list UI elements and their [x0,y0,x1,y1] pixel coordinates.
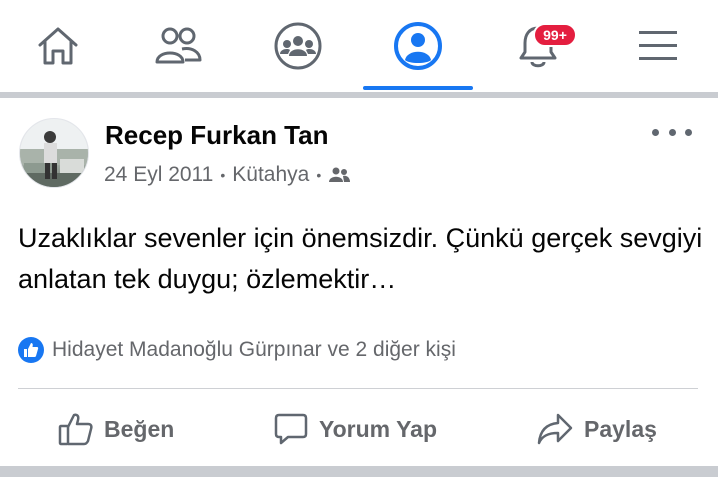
meta-separator: • [220,167,226,183]
post-author[interactable]: Recep Furkan Tan [105,120,328,151]
top-navigation: 99+ [0,0,718,92]
comment-label: Yorum Yap [319,415,438,442]
section-divider [0,92,718,98]
home-icon [38,27,78,65]
like-label: Beğen [104,415,175,442]
nav-menu[interactable] [618,0,698,92]
post-location[interactable]: Kütahya [232,163,309,187]
friends-icon [155,27,202,64]
nav-friends[interactable] [138,0,218,92]
nav-profile[interactable] [378,0,458,92]
nav-groups[interactable] [258,0,338,92]
post-meta: 24 Eyl 2011 • Kütahya • [104,163,351,187]
reactions-text: Hidayet Madanoğlu Gürpınar ve 2 diğer ki… [52,338,456,361]
dot-icon [668,128,676,136]
like-button[interactable]: Beğen [58,408,174,450]
groups-icon [274,22,322,70]
comment-icon [274,413,308,445]
notification-badge: 99+ [533,23,577,47]
avatar[interactable] [19,118,89,188]
profile-icon [394,22,442,70]
share-button[interactable]: Paylaş [536,408,657,450]
post-text: Uzaklıklar sevenler için önemsizdir. Çün… [18,223,703,294]
share-icon [537,413,573,445]
dot-icon [652,128,659,136]
dot-icon [685,128,692,136]
post-date[interactable]: 24 Eyl 2011 [104,163,213,187]
more-options-button[interactable] [652,120,692,144]
share-label: Paylaş [584,415,657,442]
reactions-summary[interactable]: Hidayet Madanoğlu Gürpınar ve 2 diğer ki… [18,337,456,363]
active-tab-indicator [363,86,473,90]
meta-separator: • [316,167,322,183]
avatar-photo [20,119,88,187]
like-reaction-icon [18,337,44,363]
actions-divider [18,388,698,389]
comment-button[interactable]: Yorum Yap [273,408,437,450]
menu-icon [639,31,677,60]
friends-audience-icon [329,167,351,182]
nav-home[interactable] [18,0,98,92]
section-divider [0,466,718,477]
thumbs-up-icon [58,413,93,446]
